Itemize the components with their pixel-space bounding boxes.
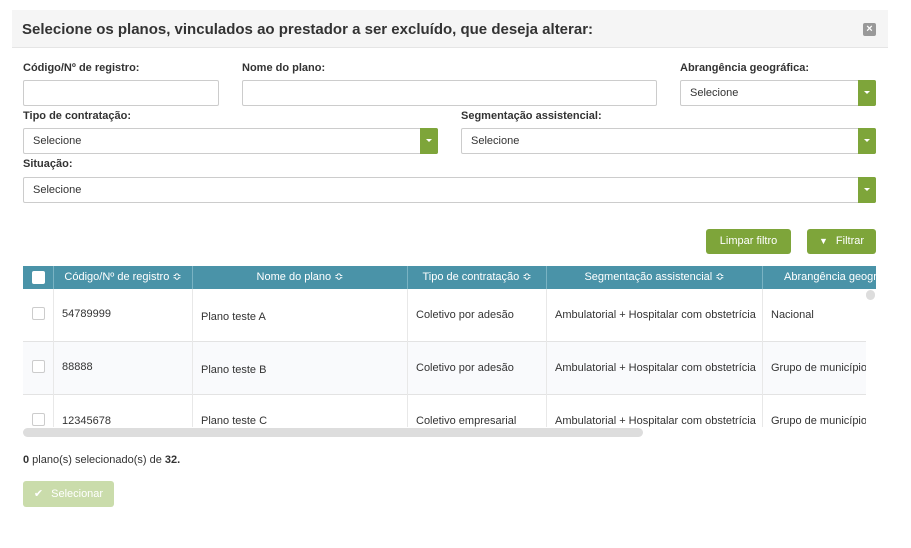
cell-abrangencia: Grupo de município <box>771 362 866 374</box>
abrangencia-label: Abrangência geográfica: <box>680 62 809 74</box>
total-count: 32. <box>164 454 181 466</box>
table-row: 54789999 Plano teste A Coletivo por ades… <box>23 289 866 342</box>
chevron-down-icon <box>858 80 876 106</box>
selection-text: plano(s) selecionado(s) de <box>29 454 165 466</box>
select-all-cell <box>23 266 54 289</box>
row-check-cell <box>23 395 54 427</box>
cell-nome: Plano teste A <box>193 289 408 342</box>
modal-title: Selecione os planos, vinculados ao prest… <box>22 21 594 38</box>
select-label: Selecionar <box>51 488 104 500</box>
chevron-down-icon <box>858 177 876 203</box>
nome-input[interactable] <box>242 80 657 106</box>
cell-segmentacao: Ambulatorial + Hospitalar com obstetríci… <box>547 395 763 427</box>
situacao-label: Situação: <box>23 158 73 170</box>
row-checkbox[interactable] <box>32 413 45 426</box>
cell-nome: Plano teste B <box>193 342 408 395</box>
vertical-scrollbar[interactable] <box>866 290 875 300</box>
cell-tipo: Coletivo por adesão <box>408 342 547 395</box>
col-tipo[interactable]: Tipo de contratação ≎ <box>408 266 547 289</box>
col-nome[interactable]: Nome do plano ≎ <box>193 266 408 289</box>
row-checkbox[interactable] <box>32 307 45 320</box>
cell-codigo: 54789999 <box>54 289 193 342</box>
segmentacao-select[interactable]: Selecione <box>461 128 876 154</box>
col-segmentacao[interactable]: Segmentação assistencial ≎ <box>547 266 763 289</box>
row-check-cell <box>23 342 54 395</box>
filter-button[interactable]: ▼ Filtrar <box>807 229 876 254</box>
select-button[interactable]: ✔ Selecionar <box>23 481 114 507</box>
tipo-value: Selecione <box>33 135 82 147</box>
cell-nome: Plano teste C <box>193 395 408 427</box>
row-checkbox[interactable] <box>32 360 45 373</box>
selection-count: 0 plano(s) selecionado(s) de 32. <box>23 454 180 466</box>
cell-abrangencia: Grupo de município <box>771 415 866 427</box>
filter-label: Filtrar <box>835 235 865 247</box>
cell-segmentacao: Ambulatorial + Hospitalar com obstetríci… <box>547 289 763 342</box>
nome-label: Nome do plano: <box>242 62 326 74</box>
cell-segmentacao: Ambulatorial + Hospitalar com obstetríci… <box>547 342 763 395</box>
cell-tipo: Coletivo por adesão <box>408 289 547 342</box>
segmentacao-label: Segmentação assistencial: <box>461 110 602 122</box>
chevron-down-icon <box>858 128 876 154</box>
tipo-select[interactable]: Selecione <box>23 128 438 154</box>
close-icon[interactable]: × <box>863 23 876 36</box>
abrangencia-value: Selecione <box>690 87 739 99</box>
horizontal-scrollbar[interactable] <box>23 428 643 437</box>
check-icon: ✔ <box>33 488 44 500</box>
cell-abrangencia: Nacional <box>771 309 814 321</box>
cell-tipo: Coletivo empresarial <box>408 395 547 427</box>
codigo-label: Código/Nº de registro: <box>23 62 140 74</box>
tipo-label: Tipo de contratação: <box>23 110 131 122</box>
table-body: 54789999 Plano teste A Coletivo por ades… <box>23 289 866 427</box>
table-header: Código/Nº de registro ≎ Nome do plano ≎ … <box>23 266 876 289</box>
cell-codigo: 88888 <box>54 342 193 395</box>
clear-filter-button[interactable]: Limpar filtro <box>706 229 791 254</box>
table-row: 12345678 Plano teste C Coletivo empresar… <box>23 395 866 427</box>
row-check-cell <box>23 289 54 342</box>
segmentacao-value: Selecione <box>471 135 520 147</box>
chevron-down-icon <box>420 128 438 154</box>
col-abrangencia[interactable]: Abrangência geográfica ≎ <box>763 266 876 289</box>
select-all-checkbox[interactable] <box>32 271 45 284</box>
filter-icon: ▼ <box>818 236 828 246</box>
situacao-value: Selecione <box>33 184 82 196</box>
table-row: 88888 Plano teste B Coletivo por adesão … <box>23 342 866 395</box>
cell-codigo: 12345678 <box>54 395 193 427</box>
codigo-input[interactable] <box>23 80 219 106</box>
col-codigo[interactable]: Código/Nº de registro ≎ <box>54 266 193 289</box>
situacao-select[interactable]: Selecione <box>23 177 876 203</box>
modal-header: Selecione os planos, vinculados ao prest… <box>12 10 888 48</box>
abrangencia-select[interactable]: Selecione <box>680 80 876 106</box>
